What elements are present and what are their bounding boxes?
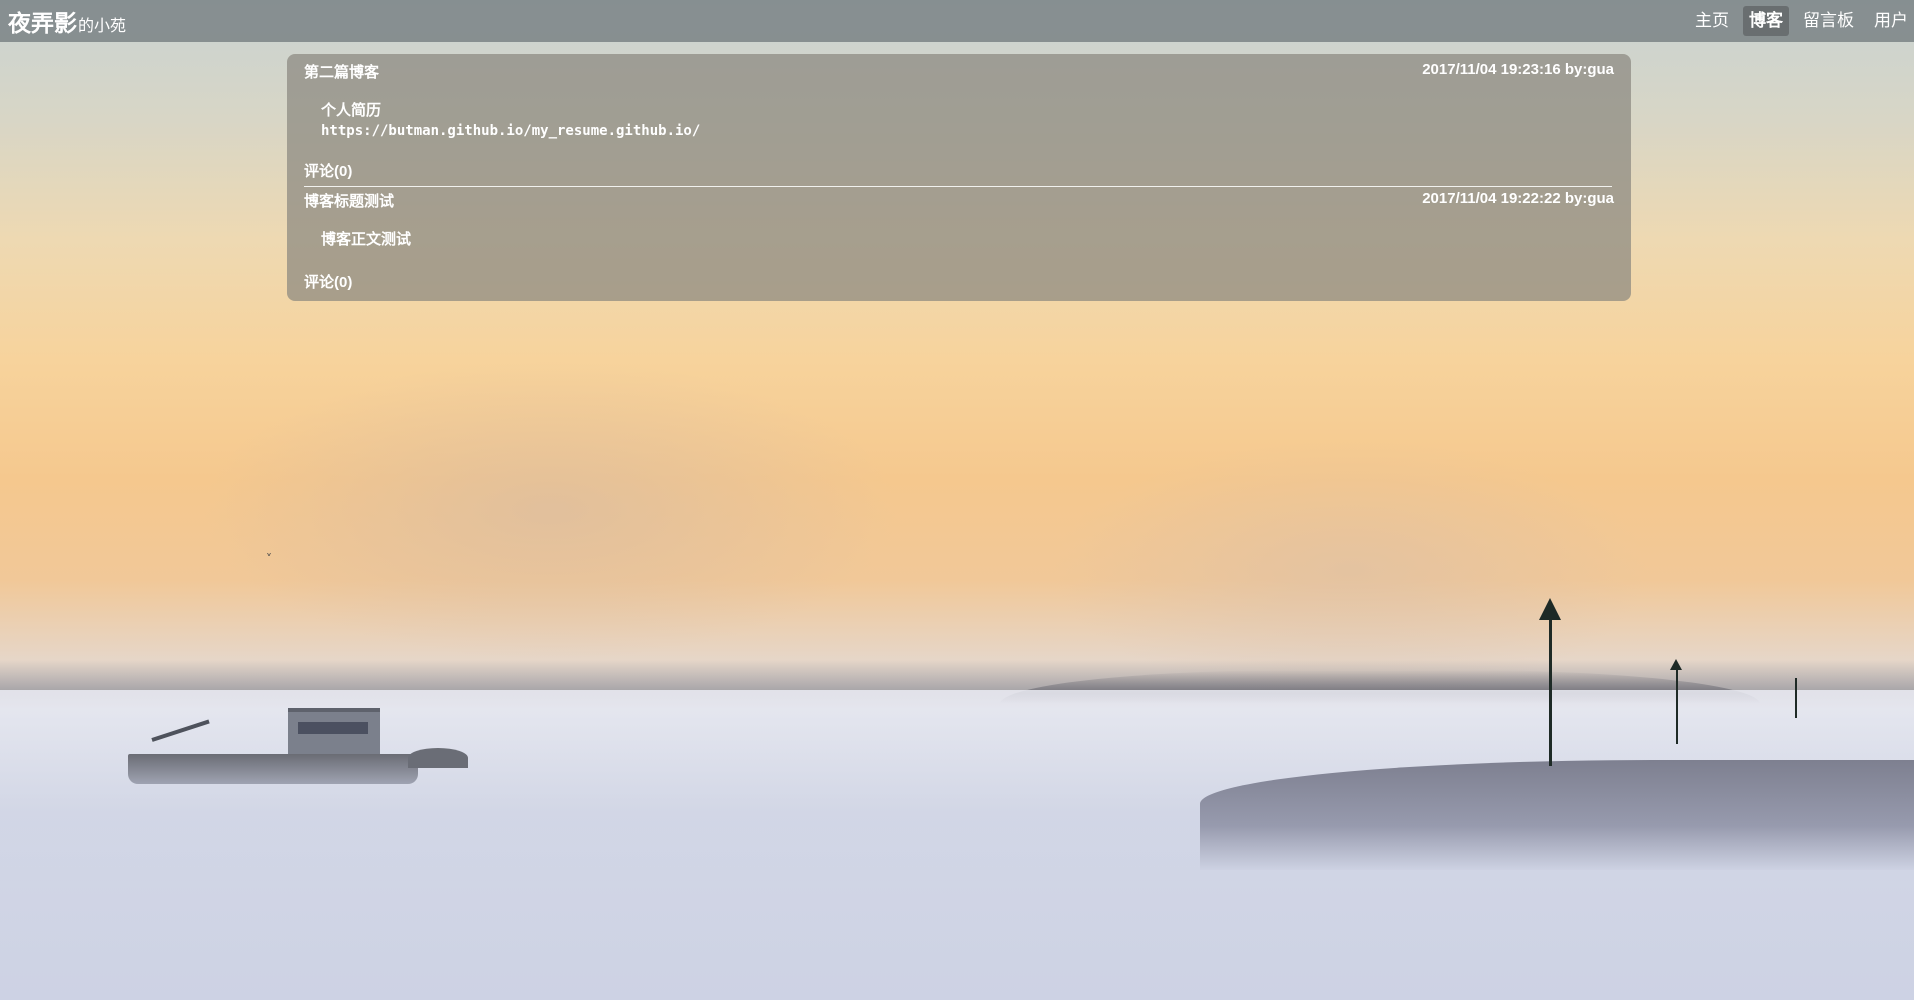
post-meta: 2017/11/04 19:23:16 by:gua — [1422, 61, 1614, 78]
post-meta: 2017/11/04 19:22:22 by:gua — [1422, 190, 1614, 207]
boat — [128, 702, 468, 792]
boat-hull — [128, 754, 418, 784]
cloud-haze — [200, 360, 900, 660]
post-body-text: 博客正文测试 — [321, 231, 412, 248]
bird-icon: ˅ — [266, 552, 272, 566]
post-divider — [304, 186, 1612, 187]
marker-arrow — [1539, 598, 1561, 620]
site-brand[interactable]: 夜弄影 的小苑 — [8, 4, 126, 38]
post-title[interactable]: 第二篇博客 — [304, 61, 379, 82]
nav-item-guestbook[interactable]: 留言板 — [1797, 6, 1860, 36]
post-body: 个人简历 https://butman.github.io/my_resume.… — [321, 101, 700, 141]
post-comments-link[interactable]: 评论(0) — [304, 271, 352, 292]
post-body-link[interactable]: https://butman.github.io/my_resume.githu… — [321, 121, 700, 141]
top-navbar: 夜弄影 的小苑 主页 博客 留言板 用户 — [0, 0, 1914, 42]
brand-suffix: 的小苑 — [78, 18, 127, 35]
post-body: 博客正文测试 — [321, 230, 411, 250]
marker-pole — [1795, 678, 1797, 718]
boat-cabin — [288, 708, 380, 760]
boat-crane — [151, 719, 210, 742]
post-title[interactable]: 博客标题测试 — [304, 190, 394, 211]
marker-arrow — [1670, 659, 1682, 670]
nav-item-user[interactable]: 用户 — [1868, 6, 1914, 36]
main-nav: 主页 博客 留言板 用户 — [1681, 6, 1914, 36]
blog-list-panel: 第二篇博客 2017/11/04 19:23:16 by:gua 个人简历 ht… — [287, 54, 1631, 301]
marker-pole — [1676, 668, 1678, 744]
brand-name: 夜弄影 — [8, 10, 77, 36]
shoreline — [1200, 760, 1914, 870]
post-body-text: 个人简历 — [321, 102, 382, 119]
gravel-mound — [408, 748, 468, 768]
nav-item-blog[interactable]: 博客 — [1743, 6, 1789, 36]
nav-item-home[interactable]: 主页 — [1689, 6, 1735, 36]
post-comments-link[interactable]: 评论(0) — [304, 160, 352, 181]
marker-pole — [1549, 612, 1552, 766]
